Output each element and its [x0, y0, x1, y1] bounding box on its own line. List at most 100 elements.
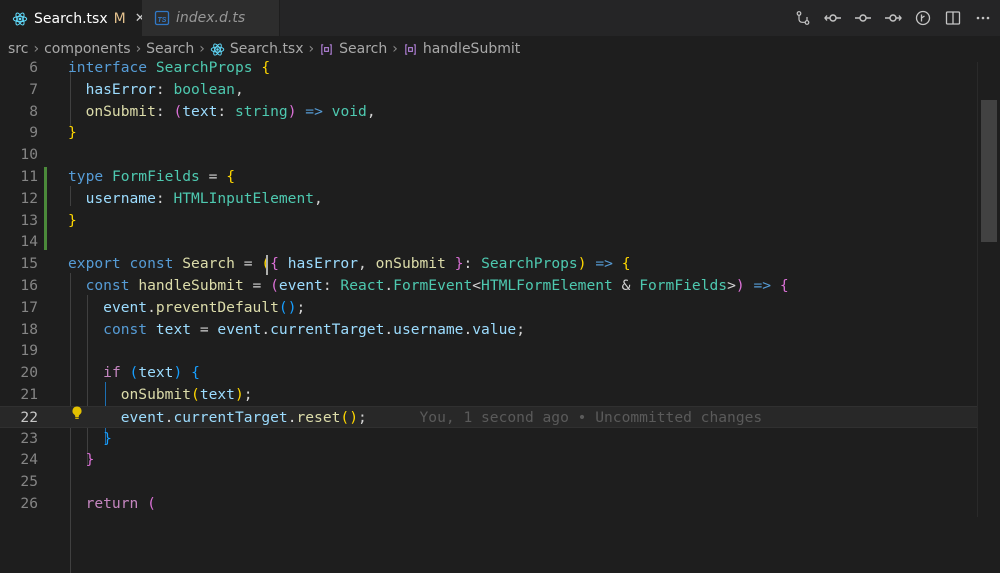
- code-line[interactable]: 17 event.preventDefault();: [0, 297, 1000, 319]
- breadcrumb-item-search-symbol[interactable]: Search: [339, 41, 387, 57]
- code-line[interactable]: 15 export const Search = ({ hasError, onS…: [0, 253, 1000, 275]
- code-token: handleSubmit: [138, 277, 244, 294]
- code-token: =>: [305, 102, 323, 120]
- code-token: ,: [358, 255, 376, 273]
- breadcrumb-item-handle-submit[interactable]: handleSubmit: [423, 41, 520, 57]
- code-text: event.preventDefault();: [68, 297, 305, 319]
- code-text: return (: [68, 493, 156, 515]
- line-number: 26: [20, 495, 38, 512]
- code-token: =>: [753, 277, 772, 294]
- git-commit-next-icon[interactable]: [884, 9, 902, 27]
- code-editor[interactable]: 6 interface SearchProps {7 hasError: bool…: [0, 59, 1000, 573]
- lightbulb-icon[interactable]: [70, 405, 84, 425]
- code-line[interactable]: 23 }: [0, 428, 1000, 450]
- code-token: ,: [366, 102, 376, 120]
- code-line[interactable]: 7 hasError: boolean,: [0, 79, 1000, 101]
- code-line[interactable]: 16 const handleSubmit = (event: React.Fo…: [0, 275, 1000, 297]
- code-token: (: [129, 364, 139, 382]
- code-token: FormFields: [111, 168, 200, 185]
- line-number: 11: [20, 168, 38, 185]
- breadcrumb-item-src[interactable]: src: [8, 41, 28, 57]
- git-commit-prev-icon[interactable]: [824, 9, 842, 27]
- code-text: const text = event.currentTarget.usernam…: [68, 319, 525, 341]
- code-token: ;: [516, 320, 525, 338]
- git-commit-icon[interactable]: [854, 9, 872, 27]
- code-token: =: [234, 255, 262, 273]
- line-number: 25: [20, 473, 38, 491]
- code-line[interactable]: 10: [0, 144, 1000, 166]
- code-token: :: [155, 189, 174, 207]
- code-line[interactable]: 12 username: HTMLInputElement,: [0, 188, 1000, 210]
- code-token: onSubmit: [85, 102, 156, 120]
- line-number: 7: [29, 80, 38, 98]
- code-token: string: [234, 102, 288, 120]
- code-token: &: [612, 277, 640, 294]
- editor-actions: [794, 0, 992, 36]
- code-line[interactable]: 9}: [0, 122, 1000, 144]
- code-token: }: [68, 211, 77, 229]
- code-text: event.currentTarget.reset(); You, 1 seco…: [68, 407, 762, 429]
- code-line[interactable]: 11 type FormFields = {: [0, 166, 1000, 188]
- code-line[interactable]: 6 interface SearchProps {: [0, 57, 1000, 79]
- line-number: 6: [29, 59, 38, 76]
- code-token: ): [234, 386, 244, 403]
- code-line[interactable]: 24 }: [0, 449, 1000, 471]
- gitlens-icon[interactable]: [914, 9, 932, 27]
- code-token: preventDefault: [155, 298, 279, 316]
- code-token: .: [261, 320, 271, 338]
- code-token: FormEvent: [393, 277, 473, 294]
- breadcrumb-item-search-folder[interactable]: Search: [146, 41, 194, 57]
- code-line[interactable]: 13}: [0, 210, 1000, 232]
- breadcrumb-item-components[interactable]: components: [44, 41, 131, 57]
- code-line[interactable]: 8 onSubmit: (text: string) => void,: [0, 101, 1000, 123]
- breadcrumb-item-file[interactable]: Search.tsx: [230, 41, 304, 57]
- line-number: 20: [20, 364, 38, 382]
- code-token: =>: [595, 255, 613, 273]
- code-text: }: [68, 210, 77, 232]
- code-token: :: [217, 102, 235, 120]
- line-number: 17: [20, 298, 38, 316]
- code-token: hasError: [287, 255, 359, 273]
- code-token: (: [173, 102, 183, 120]
- code-line[interactable]: 18 const text = event.currentTarget.user…: [0, 319, 1000, 341]
- code-line[interactable]: 26 return (: [0, 493, 1000, 515]
- code-token: SearchProps: [481, 255, 578, 273]
- code-line[interactable]: 14: [0, 231, 1000, 253]
- code-line[interactable]: 22 event.currentTarget.reset(); You, 1 s…: [0, 405, 1000, 429]
- tab-search-tsx[interactable]: Search.tsx M ✕: [0, 0, 146, 36]
- code-token: {: [779, 277, 789, 294]
- code-line[interactable]: 21 onSubmit(text);: [0, 384, 1000, 406]
- code-line[interactable]: 19: [0, 340, 1000, 362]
- code-token: (): [340, 408, 358, 426]
- code-line[interactable]: 20 if (text) {: [0, 362, 1000, 384]
- scrollbar-thumb[interactable]: [981, 100, 997, 242]
- code-token: {: [621, 255, 631, 273]
- code-line[interactable]: 25: [0, 471, 1000, 493]
- chevron-right-icon: ›: [135, 41, 142, 57]
- source-control-icon[interactable]: [794, 9, 812, 27]
- line-number: 10: [20, 146, 38, 164]
- code-token: username: [85, 189, 156, 207]
- split-editor-icon[interactable]: [944, 9, 962, 27]
- code-text: onSubmit(text);: [68, 384, 253, 406]
- tab-index-d-ts[interactable]: TS index.d.ts: [142, 0, 280, 36]
- vertical-scrollbar[interactable]: [977, 62, 1000, 517]
- line-number: 15: [20, 255, 38, 273]
- symbol-icon: [319, 42, 334, 57]
- chevron-right-icon: ›: [199, 41, 205, 57]
- line-number: 18: [20, 320, 38, 338]
- code-token: .: [384, 320, 394, 338]
- line-number: 19: [20, 342, 38, 360]
- code-token: const: [85, 277, 130, 294]
- more-actions-icon[interactable]: [974, 9, 992, 27]
- code-token: export: [68, 255, 121, 273]
